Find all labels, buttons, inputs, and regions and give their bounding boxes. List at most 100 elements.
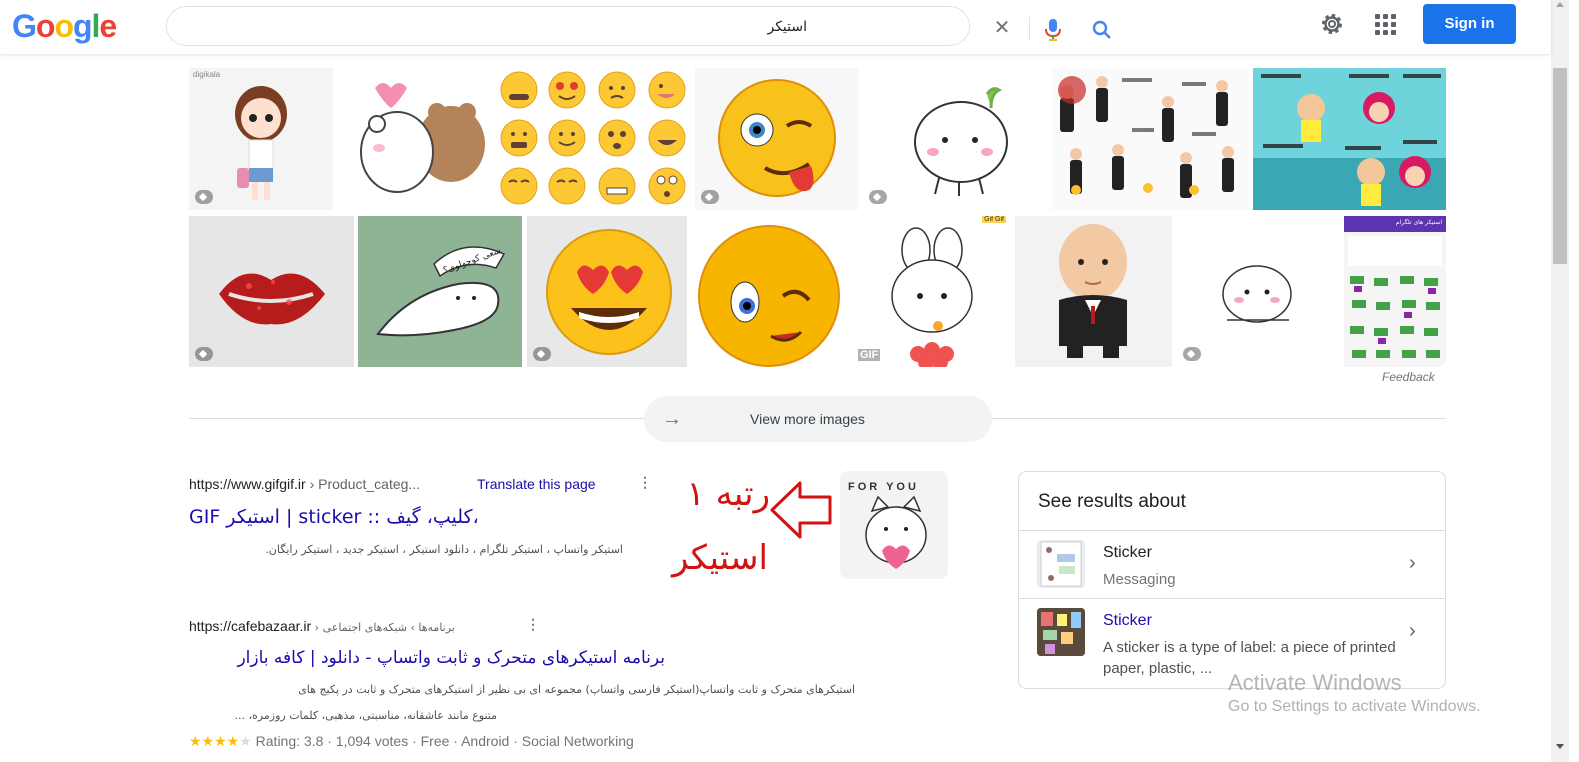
translate-link[interactable]: Translate this page — [477, 476, 596, 492]
sign-in-button[interactable]: Sign in — [1423, 4, 1516, 44]
rating-stars: ★★★★ — [189, 733, 240, 749]
scroll-up-arrow-icon[interactable] — [1556, 2, 1564, 7]
microphone-icon[interactable] — [1043, 18, 1063, 42]
search-divider — [1029, 17, 1030, 41]
gear-icon[interactable] — [1319, 11, 1345, 37]
tag-icon — [533, 347, 551, 361]
vertical-scrollbar[interactable] — [1551, 0, 1569, 762]
image-result[interactable] — [189, 216, 354, 367]
top-bar: Google ✕ Sign in — [0, 0, 1551, 54]
more-options-icon[interactable]: ⋮ — [526, 616, 540, 633]
activate-windows-subtitle: Go to Settings to activate Windows. — [1228, 698, 1481, 715]
entity-name: Sticker — [1103, 612, 1152, 629]
result-cite[interactable]: https://www.gifgif.ir › Product_categ... — [189, 476, 420, 492]
image-result[interactable]: سعی کوچولوی؟ — [358, 216, 522, 367]
divider — [990, 418, 1446, 419]
messaging-app-image — [1040, 541, 1082, 587]
arrow-right-icon: → — [662, 408, 682, 430]
scroll-down-arrow-icon[interactable] — [1556, 744, 1564, 749]
close-icon[interactable]: ✕ — [991, 17, 1013, 39]
entity-item-sticker-label[interactable]: Sticker A sticker is a type of label: a … — [1019, 600, 1445, 677]
view-more-label: View more images — [750, 411, 865, 427]
google-logo[interactable]: Google — [12, 8, 117, 45]
feedback-link[interactable]: Feedback — [1382, 370, 1435, 384]
search-box: ✕ — [166, 6, 1111, 46]
boss-baby-image — [1059, 224, 1127, 358]
bunny-sticker-image — [891, 227, 973, 367]
tag-icon — [1183, 347, 1201, 361]
tag-icon — [869, 190, 887, 204]
image-result[interactable]: استیکر های تلگرام — [1344, 216, 1446, 367]
result-thumbnail[interactable]: FOR YOU — [840, 471, 948, 579]
cartoon-collage-image — [1253, 68, 1446, 210]
image-result[interactable] — [1015, 216, 1172, 367]
rating-text: Rating: 3.8 · 1,094 votes · Free · Andro… — [255, 733, 634, 749]
scroll-thumb[interactable] — [1553, 68, 1567, 264]
image-result[interactable] — [691, 216, 847, 367]
rating-star-empty: ★ — [239, 733, 252, 749]
app-screenshot-title: استیکر های تلگرام — [1395, 219, 1442, 226]
apps-grid-icon[interactable] — [1375, 14, 1397, 36]
view-more-images-button[interactable]: → View more images — [644, 396, 992, 442]
flirty-emoji-image — [698, 225, 840, 367]
result-cite[interactable]: https://cafebazaar.ir › برنامه‌ها › شبکه… — [189, 618, 455, 634]
bears-hug-image — [360, 83, 485, 193]
image-result[interactable] — [527, 216, 687, 367]
annotation-arrow-icon — [770, 481, 832, 539]
image-result[interactable] — [1052, 68, 1248, 210]
entity-item-sticker-messaging[interactable]: Sticker Messaging › — [1019, 532, 1445, 598]
divider — [1019, 598, 1445, 599]
more-options-icon[interactable]: ⋮ — [638, 474, 652, 491]
divider — [189, 418, 647, 419]
result-snippet: استیکرهای متحرک و ثابت واتساپ(استیکر فار… — [298, 683, 855, 696]
girl-sticker-image — [235, 86, 287, 200]
logo-letter: G — [12, 8, 37, 44]
annotation-rank-text: رتبه ۱ — [686, 474, 770, 514]
entity-name: Sticker — [1103, 544, 1152, 561]
panel-title: See results about — [1038, 491, 1186, 512]
image-result[interactable] — [495, 68, 691, 210]
image-corner-label: Gif Gif — [982, 216, 1006, 223]
blob-character-image — [1222, 265, 1292, 323]
divider — [1019, 530, 1445, 531]
activate-windows-title: Activate Windows — [1228, 670, 1402, 695]
image-result[interactable] — [1177, 216, 1340, 367]
annotation-keyword-text: استیکر — [672, 538, 768, 578]
emoji-grid-image — [500, 71, 686, 205]
cite-path: › Product_categ... — [305, 476, 421, 492]
cite-host: https://cafebazaar.ir — [189, 618, 312, 634]
logo-letter: g — [72, 8, 93, 44]
search-results-page: Google ✕ Sign in — [0, 0, 1579, 762]
logo-letter: o — [35, 8, 56, 44]
sprout-character-image — [914, 87, 1008, 196]
image-result[interactable] — [1253, 68, 1446, 210]
tag-icon — [195, 347, 213, 361]
logo-letter: o — [54, 8, 74, 44]
seal-sticker-image — [376, 246, 506, 337]
sticker-app-screenshot-image — [1348, 236, 1442, 358]
search-icon[interactable] — [1091, 19, 1113, 41]
image-result[interactable]: digikala — [189, 68, 333, 210]
result-title-link[interactable]: GIF استیکر | sticker :: کلیپ، گیف، — [189, 506, 479, 528]
heart-eyes-emoji-image — [546, 229, 672, 355]
wink-emoji-image — [718, 79, 836, 197]
entity-thumbnail — [1037, 608, 1085, 656]
result-snippet: متنوع مانند عاشقانه، مناسبتی، مذهبی، کلم… — [234, 709, 498, 722]
search-input[interactable] — [187, 16, 807, 38]
persian-stickers-image — [1058, 76, 1234, 198]
red-lips-image — [219, 273, 325, 325]
result-snippet: استیکر واتساپ ، استیکر تلگرام ، دانلود ا… — [265, 543, 623, 556]
result-title-link[interactable]: برنامه استیکرهای متحرک و ثابت واتساپ - د… — [189, 648, 665, 668]
tag-icon — [701, 190, 719, 204]
chevron-right-icon: › — [1409, 552, 1416, 574]
cite-path: › برنامه‌ها › شبکه‌های اجتماعی — [311, 621, 455, 634]
chevron-right-icon: › — [1409, 620, 1416, 642]
image-brand: digikala — [193, 70, 221, 79]
image-result[interactable] — [863, 68, 1046, 210]
thumbnail-caption: FOR YOU — [848, 481, 919, 493]
image-result[interactable]: Gif Gif GIF — [852, 216, 1010, 367]
gif-badge: GIF — [858, 349, 881, 361]
image-result[interactable] — [695, 68, 858, 210]
logo-letter: e — [99, 8, 117, 44]
image-result[interactable] — [339, 68, 493, 210]
